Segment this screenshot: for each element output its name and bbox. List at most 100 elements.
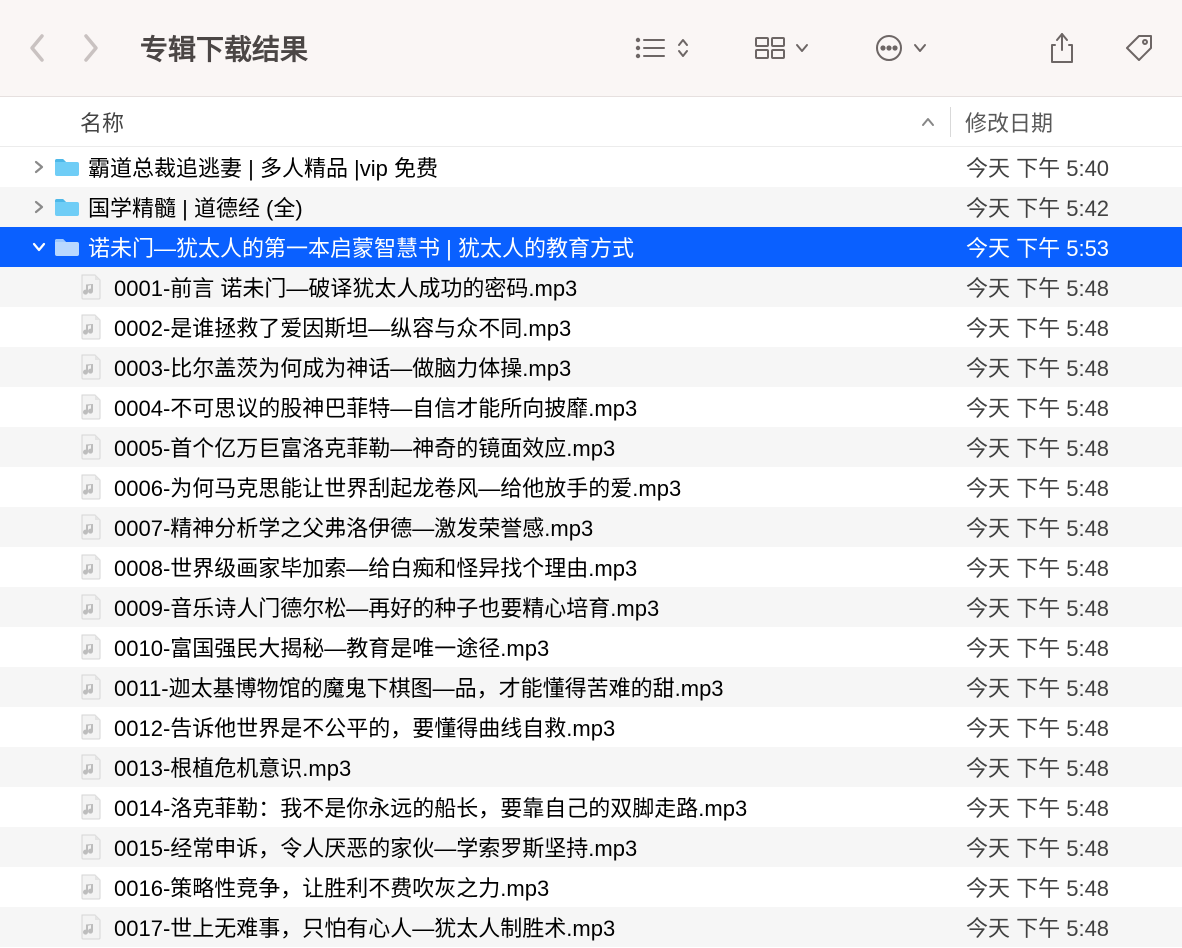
column-date-label: 修改日期	[965, 111, 1053, 136]
name-cell: 0012-告诉他世界是不公平的，要懂得曲线自救.mp3	[0, 711, 950, 743]
audio-file-icon	[80, 594, 102, 620]
name-cell: 0009-音乐诗人门德尔松—再好的种子也要精心培育.mp3	[0, 591, 950, 623]
name-cell: 0017-世上无难事，只怕有心人—犹太人制胜术.mp3	[0, 911, 950, 943]
file-name: 0016-策略性竞争，让胜利不费吹灰之力.mp3	[114, 871, 549, 903]
name-cell: 0015-经常申诉，令人厌恶的家伙—学索罗斯坚持.mp3	[0, 831, 950, 863]
file-name: 0015-经常申诉，令人厌恶的家伙—学索罗斯坚持.mp3	[114, 831, 637, 863]
file-row[interactable]: 0009-音乐诗人门德尔松—再好的种子也要精心培育.mp3 今天 下午 5:48	[0, 587, 1182, 627]
file-name: 0002-是谁拯救了爱因斯坦—纵容与众不同.mp3	[114, 311, 571, 343]
disclosure-triangle[interactable]	[28, 200, 50, 214]
name-cell: 0004-不可思议的股神巴菲特—自信才能所向披靡.mp3	[0, 391, 950, 423]
chevron-down-icon	[794, 42, 810, 54]
audio-file-icon	[80, 274, 102, 300]
file-row[interactable]: 0015-经常申诉，令人厌恶的家伙—学索罗斯坚持.mp3今天 下午 5:48	[0, 827, 1182, 867]
audio-file-icon	[80, 314, 102, 340]
view-list-button[interactable]	[634, 36, 690, 60]
audio-file-icon	[80, 714, 102, 740]
file-row[interactable]: 0017-世上无难事，只怕有心人—犹太人制胜术.mp3今天 下午 5:48	[0, 907, 1182, 947]
file-name: 0012-告诉他世界是不公平的，要懂得曲线自救.mp3	[114, 711, 615, 743]
file-row[interactable]: 0013-根植危机意识.mp3 今天 下午 5:48	[0, 747, 1182, 787]
name-cell: 0003-比尔盖茨为何成为神话—做脑力体操.mp3	[0, 351, 950, 383]
date-modified: 今天 下午 5:53	[950, 231, 1182, 263]
file-name: 0010-富国强民大揭秘—教育是唯一途径.mp3	[114, 631, 549, 663]
folder-row[interactable]: 霸道总裁追逃妻 | 多人精品 |vip 免费今天 下午 5:40	[0, 147, 1182, 187]
toolbar-right	[1048, 32, 1154, 64]
file-row[interactable]: 0001-前言 诺未门—破译犹太人成功的密码.mp3 今天 下午 5:48	[0, 267, 1182, 307]
folder-icon	[54, 197, 80, 217]
file-name: 0003-比尔盖茨为何成为神话—做脑力体操.mp3	[114, 351, 571, 383]
back-button[interactable]	[28, 33, 46, 63]
file-row[interactable]: 0002-是谁拯救了爱因斯坦—纵容与众不同.mp3 今天 下午 5:48	[0, 307, 1182, 347]
name-cell: 0005-首个亿万巨富洛克菲勒—神奇的镜面效应.mp3	[0, 431, 950, 463]
toolbar-center	[634, 33, 928, 63]
audio-file-icon	[80, 634, 102, 660]
disclosure-triangle[interactable]	[28, 160, 50, 174]
name-cell: 0013-根植危机意识.mp3	[0, 751, 950, 783]
file-name: 0005-首个亿万巨富洛克菲勒—神奇的镜面效应.mp3	[114, 431, 615, 463]
column-header-date[interactable]: 修改日期	[951, 106, 1182, 138]
column-header-name[interactable]: 名称	[0, 106, 950, 138]
date-modified: 今天 下午 5:48	[950, 751, 1182, 783]
column-name-label: 名称	[80, 106, 124, 138]
folder-row[interactable]: 诺未门—犹太人的第一本启蒙智慧书 | 犹太人的教育方式 今天 下午 5:53	[0, 227, 1182, 267]
file-row[interactable]: 0004-不可思议的股神巴菲特—自信才能所向披靡.mp3今天 下午 5:48	[0, 387, 1182, 427]
file-row[interactable]: 0014-洛克菲勒：我不是你永远的船长，要靠自己的双脚走路.mp3 今天 下午 5…	[0, 787, 1182, 827]
toolbar: 专辑下载结果	[0, 0, 1182, 97]
file-name: 0011-迦太基博物馆的魔鬼下棋图—品，才能懂得苦难的甜.mp3	[114, 671, 724, 703]
file-row[interactable]: 0012-告诉他世界是不公平的，要懂得曲线自救.mp3今天 下午 5:48	[0, 707, 1182, 747]
more-button[interactable]	[874, 33, 928, 63]
file-name: 诺未门—犹太人的第一本启蒙智慧书 | 犹太人的教育方式	[88, 231, 634, 263]
name-cell: 诺未门—犹太人的第一本启蒙智慧书 | 犹太人的教育方式	[0, 231, 950, 263]
file-name: 0001-前言 诺未门—破译犹太人成功的密码.mp3	[114, 271, 577, 303]
name-cell: 0016-策略性竞争，让胜利不费吹灰之力.mp3	[0, 871, 950, 903]
file-row[interactable]: 0007-精神分析学之父弗洛伊德—激发荣誉感.mp3今天 下午 5:48	[0, 507, 1182, 547]
file-row[interactable]: 0008-世界级画家毕加索—给白痴和怪异找个理由.mp3今天 下午 5:48	[0, 547, 1182, 587]
folder-icon	[54, 157, 80, 177]
audio-file-icon	[80, 834, 102, 860]
date-modified: 今天 下午 5:48	[950, 671, 1182, 703]
file-name: 0014-洛克菲勒：我不是你永远的船长，要靠自己的双脚走路.mp3	[114, 791, 747, 823]
name-cell: 0010-富国强民大揭秘—教育是唯一途径.mp3	[0, 631, 950, 663]
file-row[interactable]: 0016-策略性竞争，让胜利不费吹灰之力.mp3 今天 下午 5:48	[0, 867, 1182, 907]
file-row[interactable]: 0006-为何马克思能让世界刮起龙卷风—给他放手的爱.mp3今天 下午 5:48	[0, 467, 1182, 507]
date-modified: 今天 下午 5:48	[950, 271, 1182, 303]
date-modified: 今天 下午 5:48	[950, 591, 1182, 623]
name-cell: 国学精髓 | 道德经 (全)	[0, 191, 950, 223]
file-row[interactable]: 0005-首个亿万巨富洛克菲勒—神奇的镜面效应.mp3今天 下午 5:48	[0, 427, 1182, 467]
date-modified: 今天 下午 5:42	[950, 191, 1182, 223]
disclosure-triangle[interactable]	[28, 241, 50, 253]
file-name: 0013-根植危机意识.mp3	[114, 751, 351, 783]
group-button[interactable]	[754, 36, 810, 60]
date-modified: 今天 下午 5:48	[950, 791, 1182, 823]
date-modified: 今天 下午 5:48	[950, 511, 1182, 543]
audio-file-icon	[80, 354, 102, 380]
name-cell: 0001-前言 诺未门—破译犹太人成功的密码.mp3	[0, 271, 950, 303]
date-modified: 今天 下午 5:48	[950, 871, 1182, 903]
folder-row[interactable]: 国学精髓 | 道德经 (全)今天 下午 5:42	[0, 187, 1182, 227]
audio-file-icon	[80, 394, 102, 420]
file-row[interactable]: 0010-富国强民大揭秘—教育是唯一途径.mp3今天 下午 5:48	[0, 627, 1182, 667]
nav-arrows	[28, 33, 100, 63]
audio-file-icon	[80, 754, 102, 780]
file-name: 0008-世界级画家毕加索—给白痴和怪异找个理由.mp3	[114, 551, 637, 583]
sort-indicator-icon	[920, 116, 936, 128]
audio-file-icon	[80, 434, 102, 460]
folder-icon	[54, 237, 80, 257]
file-name: 0006-为何马克思能让世界刮起龙卷风—给他放手的爱.mp3	[114, 471, 681, 503]
window-title: 专辑下载结果	[140, 28, 308, 68]
file-row[interactable]: 0003-比尔盖茨为何成为神话—做脑力体操.mp3 今天 下午 5:48	[0, 347, 1182, 387]
tags-button[interactable]	[1124, 33, 1154, 63]
name-cell: 0008-世界级画家毕加索—给白痴和怪异找个理由.mp3	[0, 551, 950, 583]
share-button[interactable]	[1048, 32, 1076, 64]
audio-file-icon	[80, 474, 102, 500]
date-modified: 今天 下午 5:48	[950, 911, 1182, 943]
file-name: 0004-不可思议的股神巴菲特—自信才能所向披靡.mp3	[114, 391, 637, 423]
name-cell: 0006-为何马克思能让世界刮起龙卷风—给他放手的爱.mp3	[0, 471, 950, 503]
column-headers: 名称 修改日期	[0, 97, 1182, 147]
file-row[interactable]: 0011-迦太基博物馆的魔鬼下棋图—品，才能懂得苦难的甜.mp3 今天 下午 5:…	[0, 667, 1182, 707]
date-modified: 今天 下午 5:48	[950, 311, 1182, 343]
audio-file-icon	[80, 514, 102, 540]
date-modified: 今天 下午 5:48	[950, 351, 1182, 383]
file-name: 0009-音乐诗人门德尔松—再好的种子也要精心培育.mp3	[114, 591, 659, 623]
forward-button[interactable]	[82, 33, 100, 63]
